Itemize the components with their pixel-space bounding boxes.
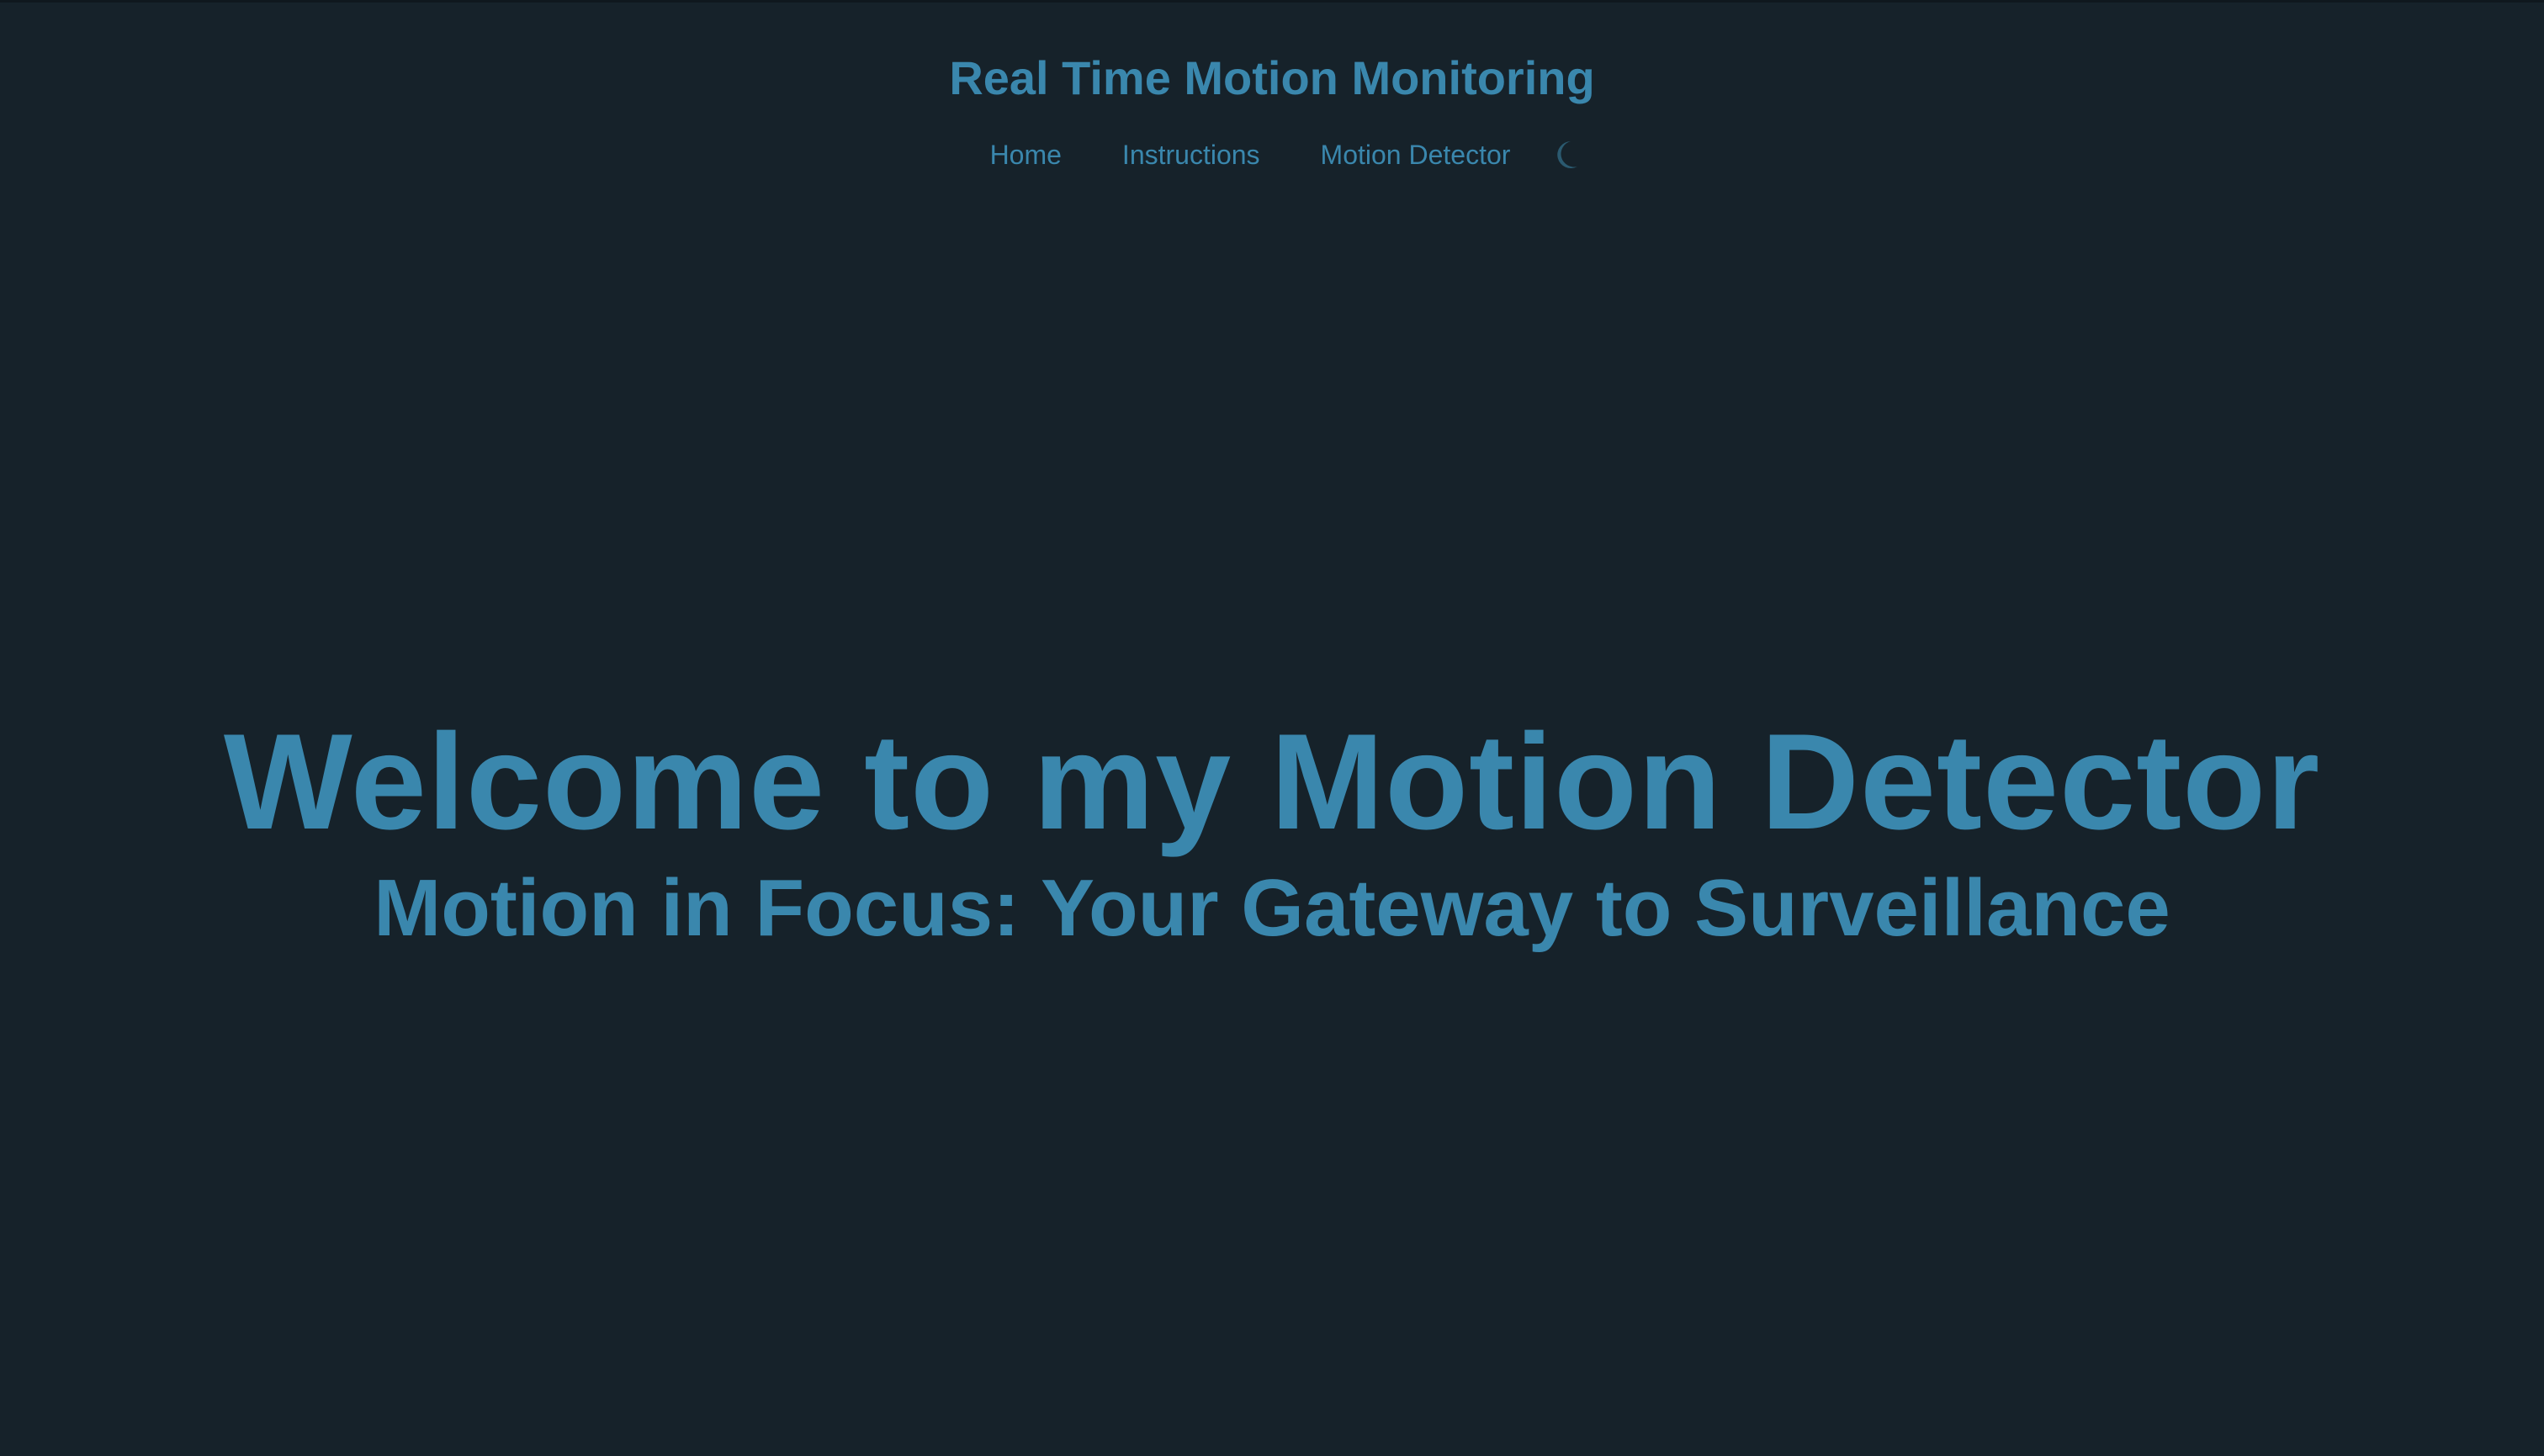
moon-icon — [1557, 141, 1578, 168]
theme-toggle-button[interactable] — [1547, 135, 1584, 175]
nav-link-home[interactable]: Home — [990, 135, 1062, 175]
hero-title: Welcome to my Motion Detector — [223, 706, 2321, 858]
site-header: Real Time Motion Monitoring Home Instruc… — [0, 0, 2544, 202]
hero-section: Welcome to my Motion Detector Motion in … — [0, 707, 2544, 959]
main-nav: Home Instructions Motion Detector — [0, 135, 2544, 175]
nav-link-motion-detector[interactable]: Motion Detector — [1321, 135, 1511, 175]
nav-link-instructions[interactable]: Instructions — [1122, 135, 1260, 175]
hero-subtitle: Motion in Focus: Your Gateway to Surveil… — [374, 863, 2170, 953]
site-title: Real Time Motion Monitoring — [949, 51, 1595, 104]
